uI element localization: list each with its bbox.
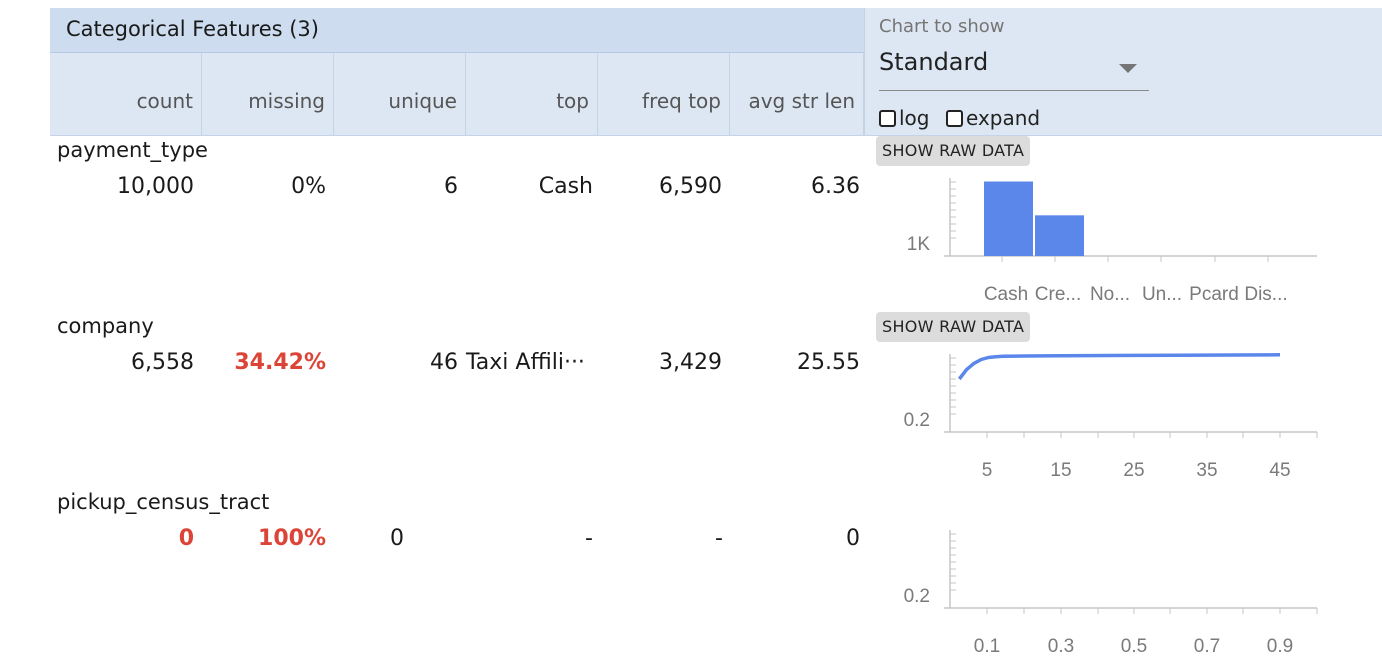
freq-top-value: 3,429 <box>659 350 722 375</box>
top-value: Taxi Affili··· <box>466 350 585 375</box>
top-value: - <box>585 526 593 551</box>
feature-name: payment_type <box>57 138 208 162</box>
log-checkbox[interactable]: log <box>879 106 930 130</box>
count-value: 0 <box>178 526 194 551</box>
chart-to-show-label: Chart to show <box>879 16 1005 37</box>
histogram-bar <box>984 181 1033 256</box>
chart-controls: Chart to show Standard log expand <box>864 8 1382 136</box>
x-tick-label: 45 <box>1269 460 1290 481</box>
avg-str-len-value: 6.36 <box>811 174 860 199</box>
column-header-missing[interactable]: missing <box>202 53 334 136</box>
avg-str-len-value: 0 <box>846 526 860 551</box>
column-header-count[interactable]: count <box>50 53 202 136</box>
column-header-unique[interactable]: unique <box>334 53 466 136</box>
checkbox-box-icon <box>879 109 896 127</box>
missing-value: 0% <box>291 174 326 199</box>
feature-name: pickup_census_tract <box>57 490 270 514</box>
chart-select-dropdown[interactable]: Standard <box>879 44 1149 91</box>
x-tick-label: 5 <box>982 460 993 481</box>
x-tick-label: Cre... <box>1035 284 1081 305</box>
expand-checkbox-label: expand <box>966 106 1041 130</box>
x-tick-label: Pcard <box>1189 284 1239 305</box>
x-tick-label: 15 <box>1050 460 1071 481</box>
feature-row: pickup_census_tract 0 100% 0 - - 0 0.2 0.… <box>0 490 1382 666</box>
checkbox-box-icon <box>946 109 963 127</box>
unique-value: 6 <box>444 174 458 199</box>
cdf-line-chart: 0.2 5 15 25 35 45 <box>904 353 1318 481</box>
column-header-freq-top[interactable]: freq top <box>598 53 730 136</box>
x-tick-label: 0.9 <box>1267 636 1293 657</box>
y-tick-label: 0.2 <box>904 586 930 607</box>
column-header-avg-str-len[interactable]: avg str len <box>730 53 864 136</box>
log-checkbox-label: log <box>899 106 930 130</box>
unique-value: 46 <box>430 350 458 375</box>
chart-select-value: Standard <box>879 48 989 76</box>
cdf-series-line <box>957 353 1281 381</box>
x-tick-label: 0.7 <box>1194 636 1220 657</box>
x-tick-label: 25 <box>1123 460 1144 481</box>
caret-down-icon <box>1119 64 1137 73</box>
x-tick-label: No... <box>1090 284 1130 305</box>
column-header-top[interactable]: top <box>466 53 598 136</box>
histogram-bar <box>1035 215 1084 256</box>
freq-top-value: 6,590 <box>659 174 722 199</box>
y-tick-label: 0.2 <box>904 410 930 431</box>
x-tick-label: 0.5 <box>1121 636 1147 657</box>
count-value: 6,558 <box>131 350 194 375</box>
x-tick-label: Cash <box>984 284 1028 305</box>
x-tick-label: 35 <box>1196 460 1217 481</box>
missing-value: 34.42% <box>234 350 326 375</box>
histogram-chart: 1K Cash Cre... No... Un... Pcard Dis... <box>907 178 1317 305</box>
expand-checkbox[interactable]: expand <box>946 106 1040 130</box>
avg-str-len-value: 25.55 <box>797 350 860 375</box>
table-header: Categorical Features (3) count missing u… <box>50 8 1382 136</box>
count-value: 10,000 <box>117 174 194 199</box>
feature-row: company 6,558 34.42% 46 Taxi Affili··· 3… <box>0 312 1382 490</box>
x-tick-label: 0.3 <box>1048 636 1074 657</box>
missing-value: 100% <box>258 526 326 551</box>
top-value: Cash <box>538 174 593 199</box>
feature-row: payment_type 10,000 0% 6 Cash 6,590 6.36… <box>0 136 1382 314</box>
section-title: Categorical Features (3) <box>50 8 864 53</box>
x-tick-label: 0.1 <box>974 636 1000 657</box>
y-tick-label: 1K <box>907 234 931 255</box>
x-tick-label: Dis... <box>1244 284 1287 305</box>
unique-value: 0 <box>390 526 404 551</box>
empty-line-chart: 0.2 0.1 0.3 0.5 0.7 0.9 <box>904 530 1318 657</box>
feature-name: company <box>57 314 154 338</box>
x-tick-label: Un... <box>1142 284 1182 305</box>
